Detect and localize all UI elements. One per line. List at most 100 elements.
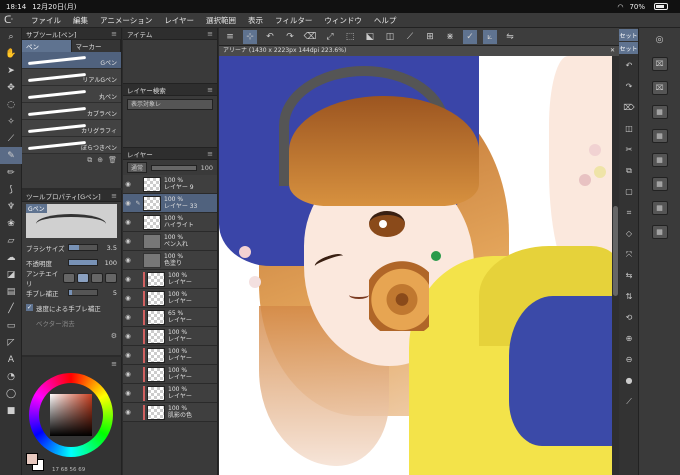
menu-window[interactable]: ウィンドウ [324,15,362,26]
layer-row[interactable]: ◉ 100 % レイヤー [123,327,217,346]
copy-icon[interactable]: ⧉ [87,156,92,165]
menu-icon[interactable]: ≡ [111,30,117,38]
airbrush-icon[interactable]: ♆ [0,198,22,215]
snap-icon[interactable]: ⟀ [483,29,497,44]
layer-row[interactable]: ◉ 100 % 肌影の色 [123,403,217,422]
layer-row[interactable]: ◉ 100 % レイヤー [123,365,217,384]
tab-pen[interactable]: ペン [22,40,72,52]
brush-round-pen[interactable]: 丸ペン [22,86,121,103]
transform-icon[interactable]: ⤢ [323,30,337,44]
frame-icon[interactable]: ▭ [0,317,22,334]
document-tab[interactable]: アリーナ (1430 x 2223px 144dpi 223.6%) ✕ [219,46,619,56]
flip-horizontal-icon[interactable]: ⇆ [619,265,639,286]
paste-icon[interactable]: ▢ [619,181,639,202]
transform-icon[interactable]: ⌗ [619,202,639,223]
flip-icon[interactable]: ⇋ [503,30,517,44]
menu-animation[interactable]: アニメーション [100,15,152,26]
balloon-icon[interactable]: ◔ [0,368,22,385]
slot-icon[interactable]: ▦ [651,225,668,239]
eyedropper-icon[interactable]: ⟋ [619,391,639,412]
menu-view[interactable]: 表示 [248,15,263,26]
gradient-icon[interactable]: ▤ [0,283,22,300]
slot-icon[interactable]: ⌧ [651,57,668,71]
eye-icon[interactable]: ◉ [123,199,133,207]
layer-row[interactable]: ◉ 100 % ペン入れ [123,232,217,251]
eraser-icon[interactable]: ▱ [0,232,22,249]
eye-icon[interactable]: ◉ [123,237,133,245]
menu-icon[interactable]: ≡ [207,150,213,158]
copy-icon[interactable]: ⧉ [619,160,639,181]
wrench-icon[interactable]: ⚙ [111,332,117,340]
brush-bokashi-pen[interactable]: ぼらつきペン [22,137,121,154]
eye-icon[interactable]: ◉ [123,218,133,226]
set-button[interactable]: セット [619,29,638,41]
eye-icon[interactable]: ◉ [123,408,133,416]
brush-size-icon[interactable]: ● [619,370,639,391]
eye-icon[interactable]: ◉ [123,351,133,359]
brush-size-slider[interactable] [68,244,98,251]
snap-perspective-icon[interactable]: ⋇ [443,30,457,44]
drawing-canvas[interactable] [219,56,612,475]
zoom-out-icon[interactable]: ⊖ [619,349,639,370]
canvas-scrollbar[interactable] [612,56,619,475]
eye-icon[interactable]: ◉ [123,180,133,188]
decoration-icon[interactable]: ❀ [0,215,22,232]
snap-ruler-icon[interactable]: ⟋ [403,30,417,44]
correct-line-icon[interactable]: ◯ [0,385,22,402]
tab-marker[interactable]: マーカー [72,40,121,52]
lasso-icon[interactable]: ◌ [0,96,22,113]
eye-icon[interactable]: ◉ [123,256,133,264]
brush-calligraphy[interactable]: カリグラフィ [22,120,121,137]
slot-icon[interactable]: ▦ [651,153,668,167]
text-icon[interactable]: A [0,351,22,368]
eye-icon[interactable]: ◉ [123,332,133,340]
layer-row[interactable]: ◉ 100 % レイヤー 9 [123,175,217,194]
color-swatch-icon[interactable]: ■ [0,402,22,419]
slot-icon[interactable]: ⌧ [651,81,668,95]
add-icon[interactable]: ⊕ [97,156,103,165]
set-button[interactable]: セット [619,42,638,54]
redo-icon[interactable]: ↷ [283,30,297,44]
brush-kabura-pen[interactable]: カブラペン [22,103,121,120]
eyedropper-icon[interactable]: ⟋ [0,130,22,147]
menu-help[interactable]: ヘルプ [374,15,397,26]
cut-icon[interactable]: ✂ [619,139,639,160]
layer-row[interactable]: ◉ 100 % レイヤー [123,346,217,365]
free-transform-icon[interactable]: ◇ [619,223,639,244]
menu-file[interactable]: ファイル [31,15,61,26]
blend-icon[interactable]: ☁ [0,249,22,266]
saturation-value-square[interactable] [50,394,92,436]
eye-icon[interactable]: ◉ [123,370,133,378]
zoom-in-icon[interactable]: ⊕ [619,328,639,349]
redo-icon[interactable]: ↷ [619,76,639,97]
pen-icon[interactable]: ✎ [133,200,143,207]
slot-icon[interactable]: ▦ [651,105,668,119]
layer-row[interactable]: ◉ 100 % レイヤー [123,384,217,403]
delete-icon[interactable]: ⌦ [619,97,639,118]
menu-layer[interactable]: レイヤー [164,15,194,26]
antialias-strong[interactable] [105,272,117,283]
brush-real-g-pen[interactable]: リアルGペン [22,69,121,86]
eye-icon[interactable]: ◉ [123,389,133,397]
menu-filter[interactable]: フィルター [275,15,312,26]
menu-icon[interactable]: ≡ [111,192,117,200]
zoom-icon[interactable]: ⌕ [0,28,22,45]
snap-special-icon[interactable]: ✓ [463,29,477,44]
slot-icon[interactable]: ▦ [651,129,668,143]
menu-icon[interactable]: ≡ [111,360,117,368]
layer-search-input[interactable]: 表示対象レ [127,99,213,110]
layer-row[interactable]: ◉ 100 % レイヤー [123,270,217,289]
operation-icon[interactable]: ➤ [0,62,22,79]
clip-studio-logo-icon[interactable]: ᑢ [4,15,17,26]
antialias-weak[interactable] [77,272,89,283]
quick-access-icon[interactable]: ⊹ [243,29,257,44]
eye-icon[interactable]: ◉ [123,294,133,302]
eye-icon[interactable]: ◉ [123,313,133,321]
eye-icon[interactable]: ◉ [123,275,133,283]
brush-g-pen[interactable]: Gペン [22,52,121,69]
opacity-slider[interactable] [68,259,98,266]
antialias-none[interactable] [63,272,75,283]
navigator-icon[interactable]: ◎ [639,28,680,52]
layer-row[interactable]: ◉ ✎ 100 % レイヤー 33 [123,194,217,213]
menu-edit[interactable]: 編集 [73,15,88,26]
